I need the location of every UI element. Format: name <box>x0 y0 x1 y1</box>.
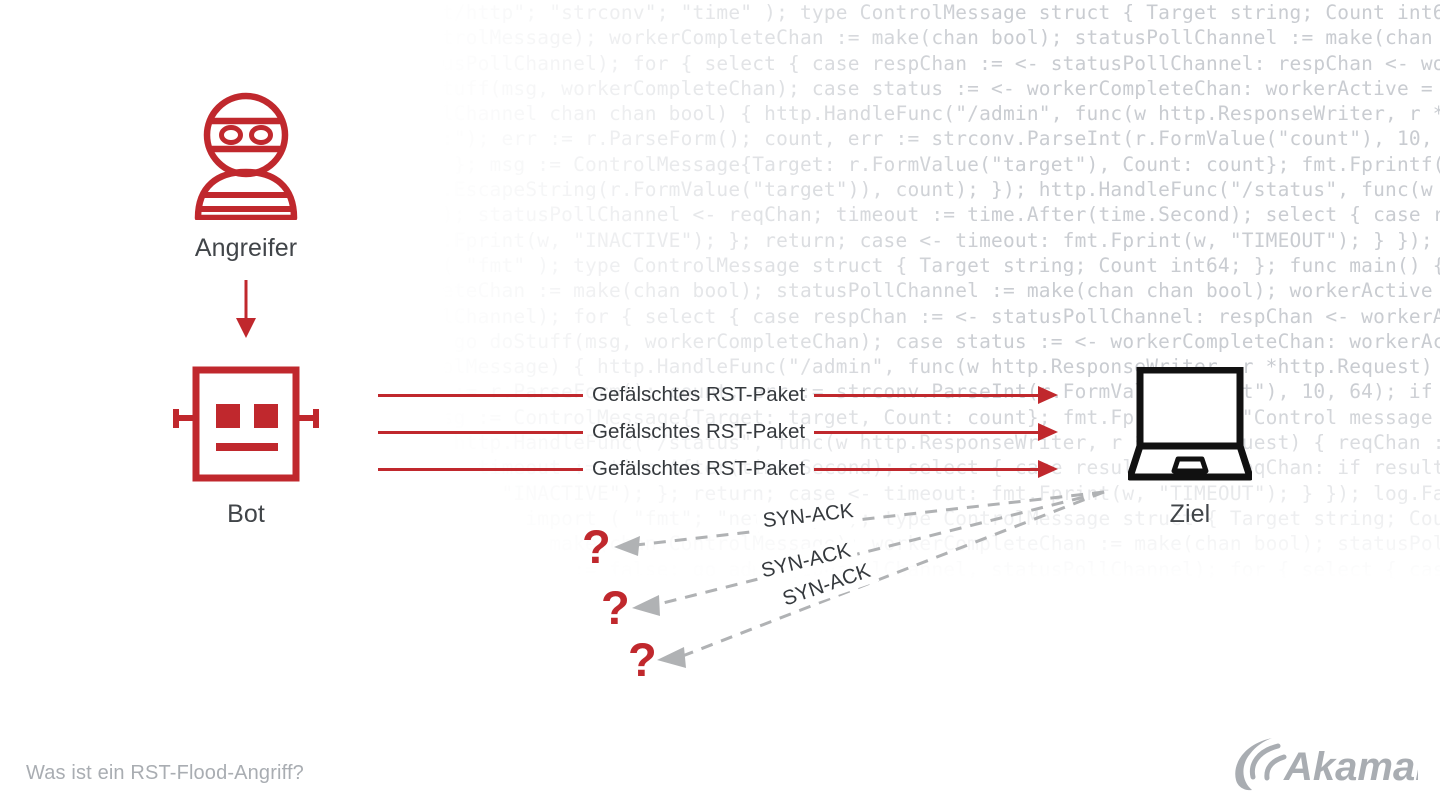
laptop-icon <box>1126 366 1254 487</box>
akamai-logo: Akamai <box>1228 730 1427 792</box>
rst-flow-label: Gefälschtes RST-Paket <box>592 382 806 406</box>
robot-face-icon <box>168 366 324 484</box>
rst-flow-row: Gefälschtes RST-Paket <box>378 417 1060 447</box>
rst-flow-line-right <box>814 393 1039 397</box>
rst-flow-line-left <box>378 467 583 471</box>
attacker-burglar-icon <box>190 90 302 222</box>
akamai-wordmark: Akamai <box>1283 745 1418 789</box>
page-caption: Was ist ein RST-Flood-Angriff? <box>26 762 304 784</box>
attacker-to-bot-arrow <box>236 280 256 338</box>
rst-flow-line-left <box>378 393 583 397</box>
rst-flow-row: Gefälschtes RST-Paket <box>378 454 1060 484</box>
rst-flow-line-right <box>814 430 1039 434</box>
rst-flow-row: Gefälschtes RST-Paket <box>378 380 1060 410</box>
rst-flow-line-left <box>378 430 583 434</box>
diagram-canvas: package main; import ( "fmt"; "net/http"… <box>0 0 1440 810</box>
unanswered-question-mark: ? <box>601 581 630 634</box>
rst-flow-label: Gefälschtes RST-Paket <box>592 419 806 443</box>
rst-flow-line-right <box>814 467 1039 471</box>
rst-arrowhead-icon <box>1038 460 1058 478</box>
attacker-label: Angreifer <box>194 234 298 262</box>
rst-flow-label: Gefälschtes RST-Paket <box>592 456 806 480</box>
unanswered-question-mark: ? <box>582 520 611 573</box>
rst-arrowhead-icon <box>1038 386 1058 404</box>
target-label: Ziel <box>1169 500 1211 528</box>
bot-label: Bot <box>227 500 265 528</box>
unanswered-question-mark: ? <box>628 633 657 686</box>
rst-arrowhead-icon <box>1038 423 1058 441</box>
